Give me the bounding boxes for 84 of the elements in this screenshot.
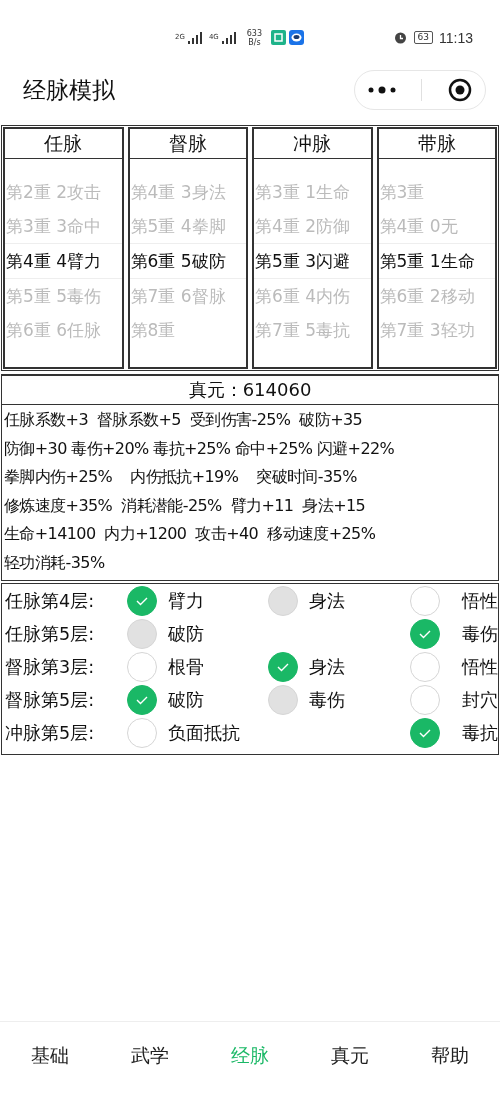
picker-option[interactable]: 第3重 1生命 [254,175,371,209]
option-label: 毒伤 [462,622,498,647]
option-label: 身法 [309,655,346,680]
option-label: 封穴 [462,688,498,713]
picker-option[interactable]: 第3重 3命中 [5,209,122,243]
page-title: 经脉模拟 [23,75,115,105]
picker-option[interactable]: 第5重 3闪避 [254,243,371,279]
nav-tab[interactable]: 基础 [0,1022,100,1090]
column-header: 冲脉 [254,129,371,159]
option-label: 负面抵抗 [167,721,240,746]
signal-icon [221,31,236,44]
check-icon [276,662,291,673]
check-icon [134,596,149,607]
picker-option[interactable]: 第6重 4内伤 [254,279,371,313]
picker-option[interactable]: 第6重 5破防 [129,243,246,279]
bonus-line: 任脉系数+3 督脉系数+5 受到伤害-25% 破防+35 [4,409,363,431]
nav-tab[interactable]: 真元 [300,1022,400,1090]
picker-option[interactable]: 第6重 2移动 [378,279,495,313]
picker-option[interactable]: 第4重 4臂力 [5,243,122,279]
check-icon [418,728,432,739]
nav-tab[interactable]: 武学 [100,1022,200,1090]
check-icon [418,629,432,640]
option-label: 破防 [167,622,204,647]
radio-button[interactable] [268,652,299,683]
speed-unit: B/s [248,37,261,47]
picker-option[interactable]: 第4重 0无 [378,209,495,243]
bonus-line: 轻功消耗-35% [4,551,105,574]
radio-button[interactable] [410,619,440,650]
clock-time: 11:13 [439,29,473,46]
layer-label: 督脉第5层: [4,689,96,713]
battery-indicator: 63 [413,31,433,44]
nav-tab[interactable]: 帮助 [400,1022,500,1090]
picker-option[interactable]: 第7重 3轻功 [378,313,495,347]
bonus-line: 修炼速度+35% 消耗潜能-25% 臂力+11 身法+15 [4,494,366,517]
app-icon [289,30,305,45]
bonus-line: 拳脚内伤+25% 内伤抵抗+19% 突破时间-35% [4,466,357,489]
picker-option[interactable]: 第5重 4拳脚 [129,209,246,243]
check-icon [134,695,149,706]
app-icon [271,30,287,45]
nav-tab[interactable]: 经脉 [200,1022,300,1090]
picker-option[interactable]: 第7重 6督脉 [129,279,246,313]
layer-label: 任脉第5层: [4,623,96,647]
option-label: 臂力 [167,589,204,614]
picker-option[interactable]: 第4重 3身法 [129,175,246,209]
layer-label: 冲脉第5层: [4,722,96,746]
radio-button[interactable] [126,718,157,749]
picker-column[interactable]: 督脉 第4重 3身法 第5重 4拳脚 第6重 5破防 第7重 6督脉 第8重 [127,127,248,369]
radio-button[interactable] [126,685,157,716]
option-label: 悟性 [462,655,498,680]
picker-option[interactable]: 第5重 1生命 [378,243,495,279]
radio-button[interactable] [410,586,440,617]
radio-button[interactable] [126,652,157,683]
layer-label: 任脉第4层: [4,590,96,614]
picker-column[interactable]: 任脉 第2重 2攻击 第3重 3命中 第4重 4臂力 第5重 5毒伤 第6重 6任脉 [3,127,124,369]
option-label: 破防 [167,688,204,713]
more-icon[interactable] [367,86,396,94]
zhenyuan-total: 真元：614060 [2,376,498,405]
option-label: 毒伤 [309,688,346,713]
option-label: 身法 [309,589,346,614]
signal-icon [187,31,202,44]
picker-column[interactable]: 冲脉 第3重 1生命 第4重 2防御 第5重 3闪避 第6重 4内伤 第7重 5毒抗 [252,127,373,369]
picker-option[interactable]: 第5重 5毒伤 [5,279,122,313]
picker-option[interactable]: 第6重 6任脉 [5,313,122,347]
picker-option[interactable]: 第2重 2攻击 [5,175,122,209]
option-label: 悟性 [462,589,498,614]
column-header: 任脉 [5,129,122,159]
picker-option[interactable]: 第4重 2防御 [254,209,371,243]
option-label: 根骨 [167,655,204,680]
column-header: 督脉 [129,129,246,159]
picker-option[interactable]: 第7重 5毒抗 [254,313,371,347]
radio-button[interactable] [410,652,440,683]
speed-value: 633 [246,28,263,38]
radio-button[interactable] [410,718,440,749]
option-label: 毒抗 [462,721,498,746]
column-header: 带脉 [378,129,495,159]
layer-label: 督脉第3层: [4,656,96,680]
alarm-icon [392,30,408,45]
bonus-line: 防御+30 毒伤+20% 毒抗+25% 命中+25% 闪避+22% [4,437,395,460]
bonus-line: 生命+14100 内力+1200 攻击+40 移动速度+25% [4,523,376,546]
picker-column[interactable]: 带脉 第3重 第4重 0无 第5重 1生命 第6重 2移动 第7重 3轻功 [376,127,497,369]
radio-button[interactable] [126,586,157,617]
radio-button[interactable] [410,685,440,716]
picker-option[interactable]: 第3重 [378,175,495,209]
picker-option[interactable]: 第8重 [129,313,246,347]
